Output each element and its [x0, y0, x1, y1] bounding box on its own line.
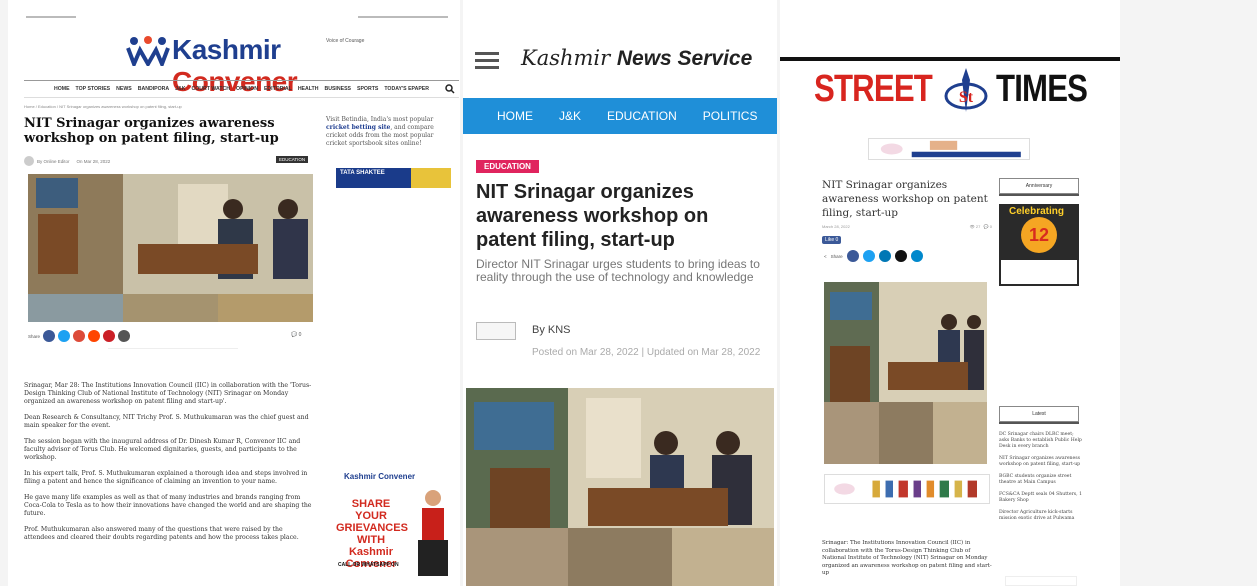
nav-item[interactable]: BANDIPORA: [138, 86, 169, 92]
article-body: Srinagar: The Institutions Innovation Co…: [822, 540, 992, 576]
author-name[interactable]: By KNS: [532, 324, 571, 336]
ad-slot[interactable]: [108, 348, 238, 356]
article-body: Srinagar, Mar 28: The Institutions Innov…: [24, 382, 312, 550]
author-avatar: [476, 322, 516, 340]
article-title: NIT Srinagar organizes awareness worksho…: [24, 116, 279, 146]
breadcrumb[interactable]: Home / Education / NIT Srinagar organize…: [24, 104, 182, 109]
latest-item-link[interactable]: Director Agriculture kick-starts mission…: [999, 510, 1085, 522]
header-rule: [780, 57, 1120, 61]
anniversary-heading: Anniversary: [999, 178, 1079, 194]
facebook-like-button[interactable]: Like 0: [822, 236, 842, 244]
article-subtitle: Director NIT Srinagar urges students to …: [476, 257, 760, 284]
search-icon[interactable]: [445, 84, 455, 94]
latest-item-link[interactable]: DC Srinagar chairs DLRC meet; asks Banks…: [999, 432, 1085, 450]
article-paragraph: Prof. Muthukumaran also answered many of…: [24, 526, 299, 541]
article-title: NIT Srinagar organizes awareness worksho…: [822, 179, 988, 219]
twitter-icon[interactable]: [58, 330, 71, 342]
telegram-icon[interactable]: [910, 250, 923, 262]
nav-item[interactable]: EDUCATION: [607, 109, 677, 123]
facebook-icon[interactable]: [43, 330, 56, 342]
people-logo-icon: [126, 36, 170, 66]
nav-item[interactable]: POLITICS: [703, 109, 758, 123]
latest-list: DC Srinagar chairs DLRC meet; asks Banks…: [999, 432, 1085, 528]
hamburger-menu-icon[interactable]: [475, 52, 499, 69]
article-paragraph: Dean Research & Consultancy, NIT Trichy …: [24, 414, 309, 429]
article-paragraph: Srinagar, Mar 28: The Institutions Innov…: [24, 382, 312, 405]
share-bar: < Share: [824, 250, 923, 262]
pinterest-icon[interactable]: [103, 330, 116, 342]
nav-item[interactable]: J&K: [559, 109, 581, 123]
product-ad-strip[interactable]: [824, 474, 990, 504]
nav-item[interactable]: HEALTH: [298, 86, 319, 92]
nav-item[interactable]: BUSINESS: [324, 86, 351, 92]
speaker-illustration-icon: [418, 490, 448, 576]
publish-dates: Posted on Mar 28, 2022 | Updated on Mar …: [532, 347, 761, 358]
nav-item[interactable]: HOME: [54, 86, 70, 92]
grievance-ad[interactable]: Kashmir Convener SHARE YOUR GRIEVANCES W…: [328, 466, 458, 586]
nav-item[interactable]: TODAY'S EPAPER: [384, 86, 429, 92]
kashmir-convener-panel: Kashmir Convener Voice of Courage HOME TO…: [8, 0, 460, 586]
article-meta: March 28, 2022 👁 27 💬 0: [822, 224, 992, 229]
article-meta: By Online Editor On Mar 28, 2022: [24, 156, 110, 166]
workshop-photo: [28, 174, 313, 322]
facebook-icon[interactable]: [846, 250, 859, 262]
email-icon[interactable]: [894, 250, 907, 262]
share-icon: <: [824, 253, 827, 259]
nav-item[interactable]: EDITORIAL: [264, 86, 292, 92]
share-label: Share: [28, 333, 41, 339]
category-badge[interactable]: EDUCATION: [276, 156, 309, 163]
nav-item[interactable]: HOME: [497, 109, 533, 123]
main-nav: HOME TOP STORIES NEWS BANDIPORA J&K COURT WAT…: [24, 80, 459, 98]
tata-shaktee-ad[interactable]: TATA SHAKTEE: [336, 168, 451, 188]
emblem-icon: St: [944, 68, 988, 112]
email-icon[interactable]: [118, 330, 131, 342]
sidebar-promo: Visit Betindia, India's most popular cri…: [326, 116, 434, 147]
workshop-photo: [824, 282, 987, 464]
nav-item[interactable]: SPORTS: [357, 86, 378, 92]
nav-item[interactable]: COURT WATCH: [192, 86, 231, 92]
share-bar: Share: [28, 330, 131, 342]
article-paragraph: He gave many life examples as well as th…: [24, 494, 312, 517]
svg-text:St: St: [959, 89, 974, 106]
twitter-icon[interactable]: [862, 250, 875, 262]
latest-heading: Latest: [999, 406, 1079, 422]
kashmir-news-service-panel: Kashmir News Service HOME J&K EDUCATION POL…: [463, 0, 777, 586]
publish-date: On Mar 28, 2022: [76, 158, 111, 164]
header-fragment: [358, 16, 448, 18]
street-times-panel: STREET St TIMES NIT Srinagar organizes a…: [780, 0, 1120, 586]
tagline: Voice of Courage: [326, 38, 365, 44]
site-logo[interactable]: STREET St TIMES: [814, 66, 1094, 116]
nav-item[interactable]: TOP STORIES: [76, 86, 111, 92]
comment-count[interactable]: 💬 0: [291, 332, 301, 338]
anniversary-banner[interactable]: Celebrating 12: [999, 204, 1079, 286]
share-label: Share: [830, 253, 843, 259]
latest-item-link[interactable]: FCS&CA Deptt seals 04 Shutters, 1 Bakery…: [999, 492, 1085, 504]
sidebar-ad-slot[interactable]: [1005, 576, 1077, 586]
newspaper-thumbnails: [1001, 260, 1077, 284]
nav-item[interactable]: J&K: [175, 86, 185, 92]
latest-item-link[interactable]: NIT Srinagar organizes awareness worksho…: [999, 456, 1085, 468]
banner-ad[interactable]: [868, 138, 1030, 160]
article-title: NIT Srinagar organizes awareness worksho…: [476, 181, 709, 251]
author-name[interactable]: By Online Editor: [37, 159, 70, 164]
category-badge[interactable]: EDUCATION: [476, 160, 539, 173]
main-nav: HOME J&K EDUCATION POLITICS: [463, 98, 777, 134]
workshop-photo: [466, 388, 774, 586]
article-paragraph: The session began with the inaugural add…: [24, 438, 301, 461]
reddit-icon[interactable]: [88, 330, 101, 342]
google-plus-icon[interactable]: [73, 330, 86, 342]
header-fragment: [26, 16, 76, 18]
cricket-betting-link[interactable]: cricket betting site: [326, 124, 390, 131]
site-brand[interactable]: Kashmir News Service: [521, 46, 752, 71]
linkedin-icon[interactable]: [878, 250, 891, 262]
latest-item-link[interactable]: BGBC students organize street theatre at…: [999, 474, 1085, 486]
avatar: [24, 156, 34, 166]
nav-item[interactable]: OPINION: [236, 86, 258, 92]
nav-item[interactable]: NEWS: [116, 86, 132, 92]
article-paragraph: In his expert talk, Prof. S. Muthukumara…: [24, 470, 308, 485]
